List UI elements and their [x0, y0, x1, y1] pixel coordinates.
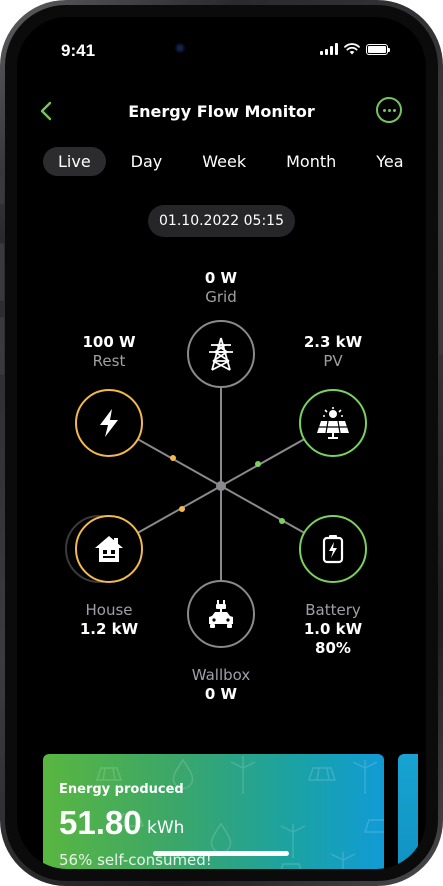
- next-card-peek[interactable]: [398, 754, 418, 869]
- power-button: [439, 263, 443, 355]
- battery-soc: 80%: [315, 639, 351, 657]
- home-indicator[interactable]: [153, 851, 289, 856]
- volume-up-button: [0, 243, 4, 301]
- power-tower-icon: [209, 337, 233, 371]
- pv-flow-dot: [255, 461, 261, 467]
- wallbox-name: Wallbox: [191, 666, 251, 684]
- house-value: 1.2 kW: [79, 620, 139, 638]
- rest-name: Rest: [92, 352, 126, 370]
- phone-frame: 9:41 Energy Flow Monitor Live Day Week M…: [0, 0, 443, 886]
- battery-icon: [322, 535, 344, 564]
- pv-value: 2.3 kW: [303, 333, 363, 351]
- lightning-icon: [100, 409, 118, 437]
- grid-label: 0 W Grid: [161, 269, 281, 307]
- volume-down-button: [0, 317, 4, 375]
- solar-panel-icon: [317, 407, 349, 439]
- grid-name: Grid: [205, 288, 237, 306]
- pv-label: 2.3 kW PV: [273, 333, 393, 371]
- battery-value: 1.0 kW: [303, 620, 363, 638]
- card-value: 51.80: [59, 804, 142, 841]
- rest-value: 100 W: [82, 333, 136, 351]
- card-unit: kWh: [147, 818, 185, 838]
- mute-switch: [0, 176, 4, 204]
- battery-node[interactable]: [299, 515, 367, 583]
- battery-label: Battery 1.0 kW 80%: [273, 601, 393, 658]
- battery-flow-dot: [279, 518, 285, 524]
- grid-value: 0 W: [204, 269, 238, 287]
- wallbox-node[interactable]: [187, 580, 255, 648]
- house-label: House 1.2 kW: [49, 601, 169, 639]
- house-node[interactable]: [75, 515, 143, 583]
- pv-name: PV: [323, 352, 343, 370]
- house-flow-dot: [179, 506, 185, 512]
- wallbox-label: Wallbox 0 W: [161, 666, 281, 704]
- card-label: Energy produced: [59, 782, 184, 797]
- house-name: House: [85, 601, 133, 619]
- wallbox-value: 0 W: [204, 685, 238, 703]
- car-charger-icon: [209, 600, 233, 628]
- rest-flow-dot: [170, 455, 176, 461]
- rest-label: 100 W Rest: [49, 333, 169, 371]
- pv-node[interactable]: [299, 389, 367, 457]
- rest-node[interactable]: [75, 389, 143, 457]
- grid-node[interactable]: [187, 320, 255, 388]
- screen: 9:41 Energy Flow Monitor Live Day Week M…: [17, 17, 426, 869]
- flow-lines: [108, 354, 334, 614]
- hub-dot: [216, 481, 226, 491]
- house-icon: [95, 536, 123, 562]
- battery-name: Battery: [305, 601, 361, 619]
